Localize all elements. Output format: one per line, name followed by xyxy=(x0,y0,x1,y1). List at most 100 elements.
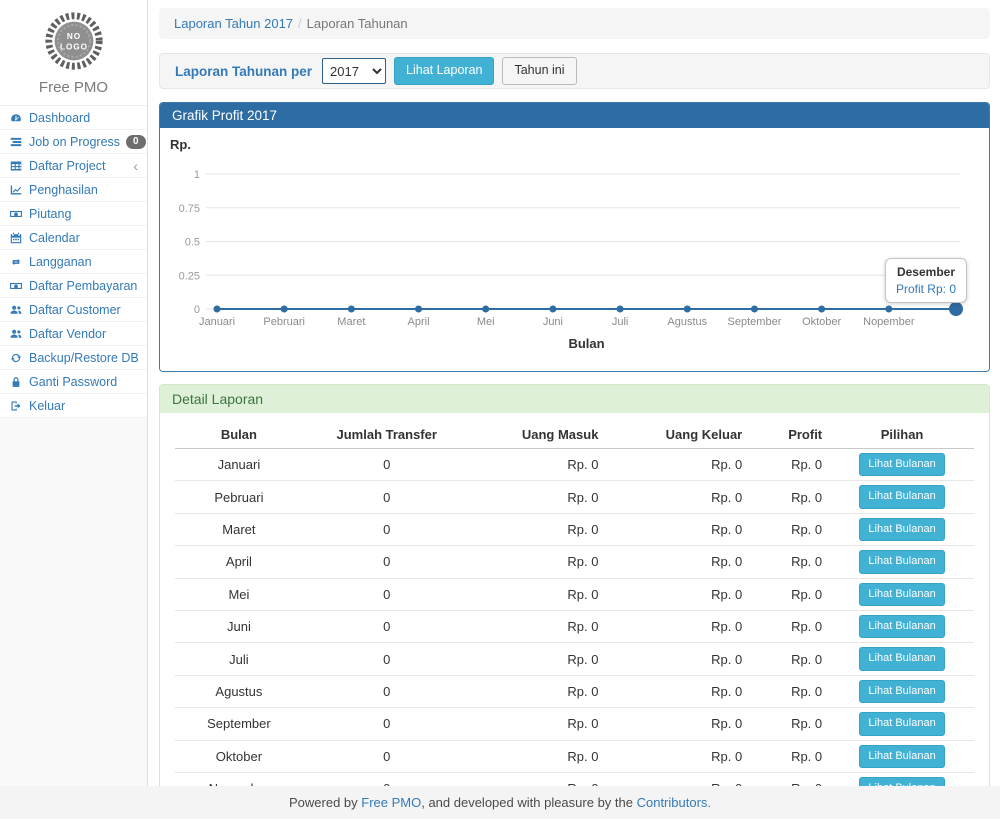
svg-text:Pebruari: Pebruari xyxy=(263,316,305,328)
lihat-bulanan-button[interactable]: Lihat Bulanan xyxy=(859,453,944,476)
table-row: Maret0Rp. 0Rp. 0Rp. 0Lihat Bulanan xyxy=(175,513,974,545)
lihat-bulanan-button[interactable]: Lihat Bulanan xyxy=(859,647,944,670)
cell-jumlah-transfer: 0 xyxy=(303,610,471,642)
cell-jumlah-transfer: 0 xyxy=(303,513,471,545)
cell-uang-keluar: Rp. 0 xyxy=(606,578,750,610)
breadcrumb: Laporan Tahun 2017 / Laporan Tahunan xyxy=(159,8,990,39)
lihat-bulanan-button[interactable]: Lihat Bulanan xyxy=(859,680,944,703)
chart-line-icon xyxy=(9,184,23,196)
sidebar-item-job-on-progress[interactable]: Job on Progress0 xyxy=(0,130,147,154)
sidebar-item-daftar-project[interactable]: Daftar Project‹ xyxy=(0,154,147,178)
chart-panel-title: Grafik Profit 2017 xyxy=(160,103,989,128)
tahun-ini-button[interactable]: Tahun ini xyxy=(502,57,576,85)
contributors-link[interactable]: Contributors. xyxy=(637,795,711,810)
money-icon xyxy=(9,280,23,292)
column-header-uang-keluar: Uang Keluar xyxy=(606,421,750,449)
cell-jumlah-transfer: 0 xyxy=(303,546,471,578)
svg-text:Agustus: Agustus xyxy=(667,316,707,328)
svg-text:0.25: 0.25 xyxy=(179,270,200,282)
breadcrumb-separator: / xyxy=(298,16,302,31)
breadcrumb-link[interactable]: Laporan Tahun 2017 xyxy=(174,16,293,31)
cell-uang-keluar: Rp. 0 xyxy=(606,708,750,740)
sidebar-item-daftar-pembayaran[interactable]: Daftar Pembayaran xyxy=(0,274,147,298)
sidebar-item-penghasilan[interactable]: Penghasilan xyxy=(0,178,147,202)
cell-pilihan: Lihat Bulanan xyxy=(830,546,974,578)
sidebar-item-label: Ganti Password xyxy=(29,375,117,389)
sidebar-item-label: Langganan xyxy=(29,255,92,269)
lihat-bulanan-button[interactable]: Lihat Bulanan xyxy=(859,615,944,638)
cell-uang-keluar: Rp. 0 xyxy=(606,675,750,707)
filter-label: Laporan Tahunan per xyxy=(175,64,312,79)
cell-bulan: September xyxy=(175,708,303,740)
cell-bulan: Mei xyxy=(175,578,303,610)
footer-text-middle: , and developed with pleasure by the xyxy=(421,795,636,810)
tasks-icon xyxy=(9,136,23,148)
cell-profit: Rp. 0 xyxy=(750,643,830,675)
svg-text:April: April xyxy=(408,316,430,328)
profit-chart: Rp.00.250.50.751JanuariPebruariMaretApri… xyxy=(160,128,989,371)
cell-jumlah-transfer: 0 xyxy=(303,449,471,481)
sidebar-item-ganti-password[interactable]: Ganti Password xyxy=(0,370,147,394)
sidebar-item-label: Penghasilan xyxy=(29,183,98,197)
lihat-bulanan-button[interactable]: Lihat Bulanan xyxy=(859,712,944,735)
cell-uang-masuk: Rp. 0 xyxy=(471,740,607,772)
sign-out-icon xyxy=(9,400,23,412)
sidebar-item-daftar-vendor[interactable]: Daftar Vendor xyxy=(0,322,147,346)
sidebar-item-piutang[interactable]: Piutang xyxy=(0,202,147,226)
svg-text:Maret: Maret xyxy=(337,316,365,328)
svg-text:NO: NO xyxy=(66,32,80,41)
lihat-bulanan-button[interactable]: Lihat Bulanan xyxy=(859,518,944,541)
lihat-laporan-button[interactable]: Lihat Laporan xyxy=(394,57,494,85)
sidebar-item-dashboard[interactable]: Dashboard xyxy=(0,106,147,130)
sidebar-item-label: Daftar Pembayaran xyxy=(29,279,137,293)
table-row: Januari0Rp. 0Rp. 0Rp. 0Lihat Bulanan xyxy=(175,449,974,481)
footer: Powered by Free PMO, and developed with … xyxy=(0,786,1000,819)
table-row: April0Rp. 0Rp. 0Rp. 0Lihat Bulanan xyxy=(175,546,974,578)
cell-profit: Rp. 0 xyxy=(750,546,830,578)
year-select[interactable]: 2017 xyxy=(322,58,386,84)
lihat-bulanan-button[interactable]: Lihat Bulanan xyxy=(859,745,944,768)
sidebar-item-label: Job on Progress xyxy=(29,135,120,149)
report-filter-bar: Laporan Tahunan per 2017 Lihat Laporan T… xyxy=(159,53,990,89)
sidebar-item-calendar[interactable]: Calendar xyxy=(0,226,147,250)
detail-panel-title: Detail Laporan xyxy=(160,385,989,413)
main-content: Laporan Tahun 2017 / Laporan Tahunan Lapor… xyxy=(149,0,1000,786)
cell-pilihan: Lihat Bulanan xyxy=(830,675,974,707)
sidebar-item-label: Keluar xyxy=(29,399,65,413)
column-header-profit: Profit xyxy=(750,421,830,449)
svg-text:0.75: 0.75 xyxy=(179,203,200,215)
sidebar-item-daftar-customer[interactable]: Daftar Customer xyxy=(0,298,147,322)
cell-jumlah-transfer: 0 xyxy=(303,772,471,786)
column-header-bulan: Bulan xyxy=(175,421,303,449)
no-logo-badge: NO LOGO xyxy=(43,10,105,72)
lock-icon xyxy=(9,376,23,388)
sidebar-item-backup-restore-db[interactable]: Backup/Restore DB xyxy=(0,346,147,370)
svg-text:Juli: Juli xyxy=(612,316,629,328)
cell-jumlah-transfer: 0 xyxy=(303,740,471,772)
svg-text:Rp.: Rp. xyxy=(170,137,191,152)
cell-uang-masuk: Rp. 0 xyxy=(471,675,607,707)
sidebar-header: NO LOGO Free PMO DashboardJob on Progres… xyxy=(0,0,147,418)
free-pmo-link[interactable]: Free PMO xyxy=(361,795,421,810)
cell-uang-keluar: Rp. 0 xyxy=(606,513,750,545)
sidebar: NO LOGO Free PMO DashboardJob on Progres… xyxy=(0,0,148,786)
cell-bulan: Juli xyxy=(175,643,303,675)
lihat-bulanan-button[interactable]: Lihat Bulanan xyxy=(859,583,944,606)
cell-jumlah-transfer: 0 xyxy=(303,481,471,513)
svg-text:Mei: Mei xyxy=(477,316,495,328)
retweet-icon xyxy=(9,256,23,268)
cell-bulan: Juni xyxy=(175,610,303,642)
table-row: Juli0Rp. 0Rp. 0Rp. 0Lihat Bulanan xyxy=(175,643,974,675)
brand-name: Free PMO xyxy=(39,79,108,96)
logo-block: NO LOGO Free PMO xyxy=(0,0,147,105)
lihat-bulanan-button[interactable]: Lihat Bulanan xyxy=(859,550,944,573)
cell-uang-masuk: Rp. 0 xyxy=(471,449,607,481)
cell-pilihan: Lihat Bulanan xyxy=(830,481,974,513)
breadcrumb-current: Laporan Tahunan xyxy=(307,16,408,31)
sidebar-item-keluar[interactable]: Keluar xyxy=(0,394,147,418)
table-row: Nopember0Rp. 0Rp. 0Rp. 0Lihat Bulanan xyxy=(175,772,974,786)
lihat-bulanan-button[interactable]: Lihat Bulanan xyxy=(859,485,944,508)
cell-uang-keluar: Rp. 0 xyxy=(606,610,750,642)
sidebar-item-langganan[interactable]: Langganan xyxy=(0,250,147,274)
lihat-bulanan-button[interactable]: Lihat Bulanan xyxy=(859,777,944,786)
